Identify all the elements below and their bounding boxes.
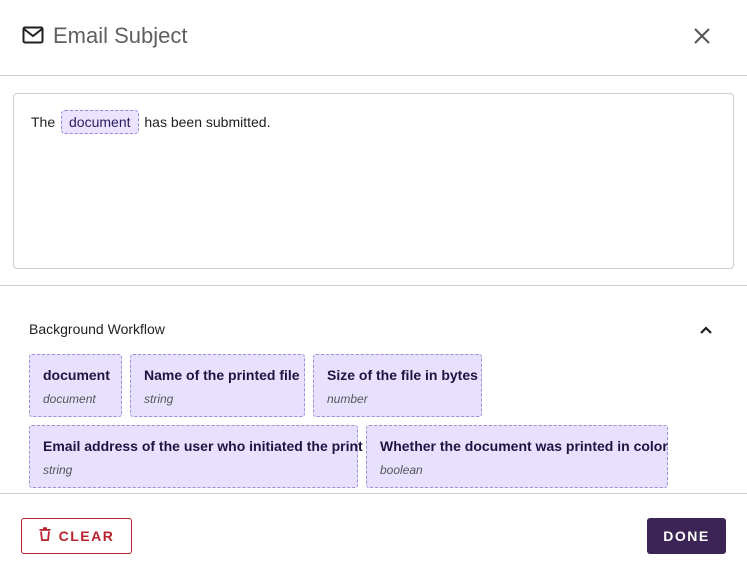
subject-token-chip[interactable]: document xyxy=(61,110,139,134)
variables-section-title: Background Workflow xyxy=(29,321,165,337)
dialog-title: Email Subject xyxy=(53,23,188,48)
variable-type: document xyxy=(43,392,96,406)
variable-label: Whether the document was printed in colo… xyxy=(380,438,668,454)
subject-text-before: The xyxy=(31,114,56,130)
variable-chip-user-email[interactable]: Email address of the user who initiated … xyxy=(29,425,363,488)
mail-icon xyxy=(22,26,44,44)
done-button-label: DONE xyxy=(663,528,710,544)
chevron-up-icon[interactable] xyxy=(696,320,716,340)
variable-chip-printed-in-color[interactable]: Whether the document was printed in colo… xyxy=(366,425,668,488)
variable-type: string xyxy=(144,392,174,406)
variable-label: Name of the printed file xyxy=(144,367,300,383)
variable-label: Email address of the user who initiated … xyxy=(43,438,363,454)
variable-type: boolean xyxy=(380,463,423,477)
subject-editor[interactable]: The document has been submitted. xyxy=(13,93,734,269)
subject-text-line: The document has been submitted. xyxy=(31,110,270,134)
clear-button-label: CLEAR xyxy=(58,528,115,544)
variable-chip-file-name[interactable]: Name of the printed file string xyxy=(130,354,305,417)
divider xyxy=(0,493,747,494)
dialog-header: Email Subject xyxy=(0,0,747,76)
subject-text-after: has been submitted. xyxy=(144,114,271,130)
clear-button[interactable]: CLEAR xyxy=(21,518,132,554)
variable-type: number xyxy=(327,392,368,406)
trash-icon xyxy=(39,526,51,546)
variable-chip-file-size[interactable]: Size of the file in bytes number xyxy=(313,354,482,417)
email-subject-dialog: Email Subject The document has been subm… xyxy=(0,0,747,574)
variable-type: string xyxy=(43,463,73,477)
done-button[interactable]: DONE xyxy=(647,518,726,554)
variable-chip-document[interactable]: document document xyxy=(29,354,122,417)
close-icon[interactable] xyxy=(690,24,714,48)
variable-label: Size of the file in bytes xyxy=(327,367,478,383)
divider xyxy=(0,285,747,286)
variable-label: document xyxy=(43,367,110,383)
